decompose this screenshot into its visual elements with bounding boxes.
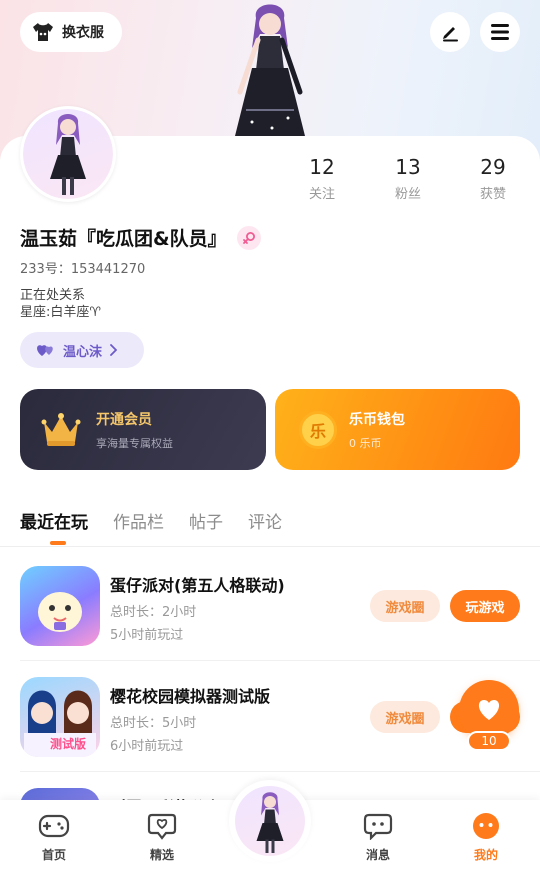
tab-posts[interactable]: 帖子 — [189, 508, 223, 533]
message-icon — [363, 813, 393, 840]
stat-following-label: 关注 — [308, 187, 335, 202]
like-count-badge: 10 — [467, 731, 511, 751]
profile-name-row: 温玉茹『吃瓜团&队员』 — [20, 224, 261, 251]
chevron-right-icon — [110, 344, 118, 356]
nav-featured-label: 精选 — [149, 848, 174, 862]
vip-membership-card[interactable]: 开通会员 享海量专属权益 — [20, 389, 266, 470]
change-outfit-button[interactable]: 换衣服 — [20, 12, 122, 52]
game-icon-sakura-school: 测试版 — [20, 677, 100, 757]
nav-home-label: 首页 — [41, 848, 66, 862]
stat-followers-label: 粉丝 — [394, 187, 421, 202]
wallet-title: 乐币钱包 — [349, 411, 405, 428]
tshirt-icon — [33, 23, 53, 41]
wallet-card[interactable]: 乐 乐币钱包 0 乐币 — [275, 389, 520, 470]
female-icon — [236, 225, 261, 250]
game-title: 樱花校园模拟器测试版 — [110, 687, 271, 706]
tab-works[interactable]: 作品栏 — [113, 508, 164, 533]
double-heart-icon — [37, 345, 53, 356]
user-id-value: 153441270 — [70, 262, 146, 277]
stat-following-value: 12 — [309, 155, 335, 179]
crown-icon — [41, 412, 81, 446]
game-list-item[interactable]: 测试版 樱花校园模拟器测试版 总时长：5小时 6小时前玩过 游戏圈 — [20, 677, 520, 759]
change-outfit-label: 换衣服 — [62, 25, 104, 41]
stat-likes[interactable]: 29 获赞 — [463, 155, 523, 202]
vip-title: 开通会员 — [96, 411, 152, 428]
user-id: 233号：153441270 — [20, 258, 145, 277]
active-tab-indicator — [50, 541, 66, 545]
center-avatar-button[interactable] — [235, 786, 305, 856]
game-duration: 总时长：5小时 — [110, 716, 197, 731]
user-id-label: 233号： — [20, 262, 71, 277]
pen-icon — [443, 27, 458, 42]
test-version-badge: 测试版 — [50, 737, 87, 751]
bio-line-zodiac: 星座:白羊座♈ — [20, 305, 102, 320]
tab-recent-played[interactable]: 最近在玩 — [20, 508, 88, 533]
game-last-played: 5小时前玩过 — [110, 628, 184, 643]
avatar[interactable] — [20, 106, 116, 202]
profile-face-icon — [473, 813, 499, 839]
nav-home[interactable]: 首页 — [19, 810, 89, 863]
tabs-divider — [0, 546, 540, 547]
stat-followers-value: 13 — [395, 155, 421, 179]
profile-tabs: 最近在玩 作品栏 帖子 评论 — [20, 508, 282, 533]
game-icon-eggy-party — [20, 566, 100, 646]
avatar-character — [50, 114, 86, 195]
play-game-button[interactable]: 玩游戏 — [450, 590, 520, 622]
nav-featured[interactable]: 精选 — [127, 810, 197, 863]
row-divider — [20, 660, 540, 661]
profile-name: 温玉茹『吃瓜团&队员』 — [20, 228, 227, 250]
stat-likes-value: 29 — [480, 155, 506, 179]
nav-me-label: 我的 — [473, 848, 498, 862]
stat-followers[interactable]: 13 粉丝 — [378, 155, 438, 202]
nav-messages-label: 消息 — [365, 848, 390, 862]
relationship-tag-button[interactable]: 温心沫 — [20, 332, 144, 368]
bio-line-status: 正在处关系 — [20, 288, 86, 303]
nav-me[interactable]: 我的 — [451, 810, 521, 863]
menu-icon — [491, 24, 509, 40]
gamepad-icon — [38, 814, 70, 838]
nav-messages[interactable]: 消息 — [343, 810, 413, 863]
game-circle-button[interactable]: 游戏圈 — [370, 590, 440, 622]
center-avatar-character — [256, 792, 284, 853]
game-duration: 总时长：2小时 — [110, 605, 197, 620]
game-title: 蛋仔派对(第五人格联动) — [110, 576, 285, 595]
vip-subtitle: 享海量专属权益 — [96, 436, 173, 450]
bio: 正在处关系 星座:白羊座♈ — [20, 287, 101, 321]
menu-button[interactable] — [480, 12, 520, 52]
tab-comments[interactable]: 评论 — [248, 508, 282, 533]
row-divider — [20, 771, 540, 772]
wallet-balance: 0 乐币 — [349, 436, 382, 450]
game-last-played: 6小时前玩过 — [110, 739, 184, 754]
banner-character-figure — [234, 4, 306, 140]
heart-icon — [478, 700, 500, 720]
relationship-tag-label: 温心沫 — [63, 344, 103, 360]
heart-chat-icon — [147, 813, 177, 840]
edit-profile-button[interactable] — [430, 12, 470, 52]
game-list-item[interactable]: 蛋仔派对(第五人格联动) 总时长：2小时 5小时前玩过 游戏圈 玩游戏 — [20, 566, 520, 648]
stat-likes-label: 获赞 — [479, 187, 506, 202]
game-circle-button[interactable]: 游戏圈 — [370, 701, 440, 733]
coin-icon: 乐 — [299, 410, 337, 449]
stat-following[interactable]: 12 关注 — [292, 155, 352, 202]
